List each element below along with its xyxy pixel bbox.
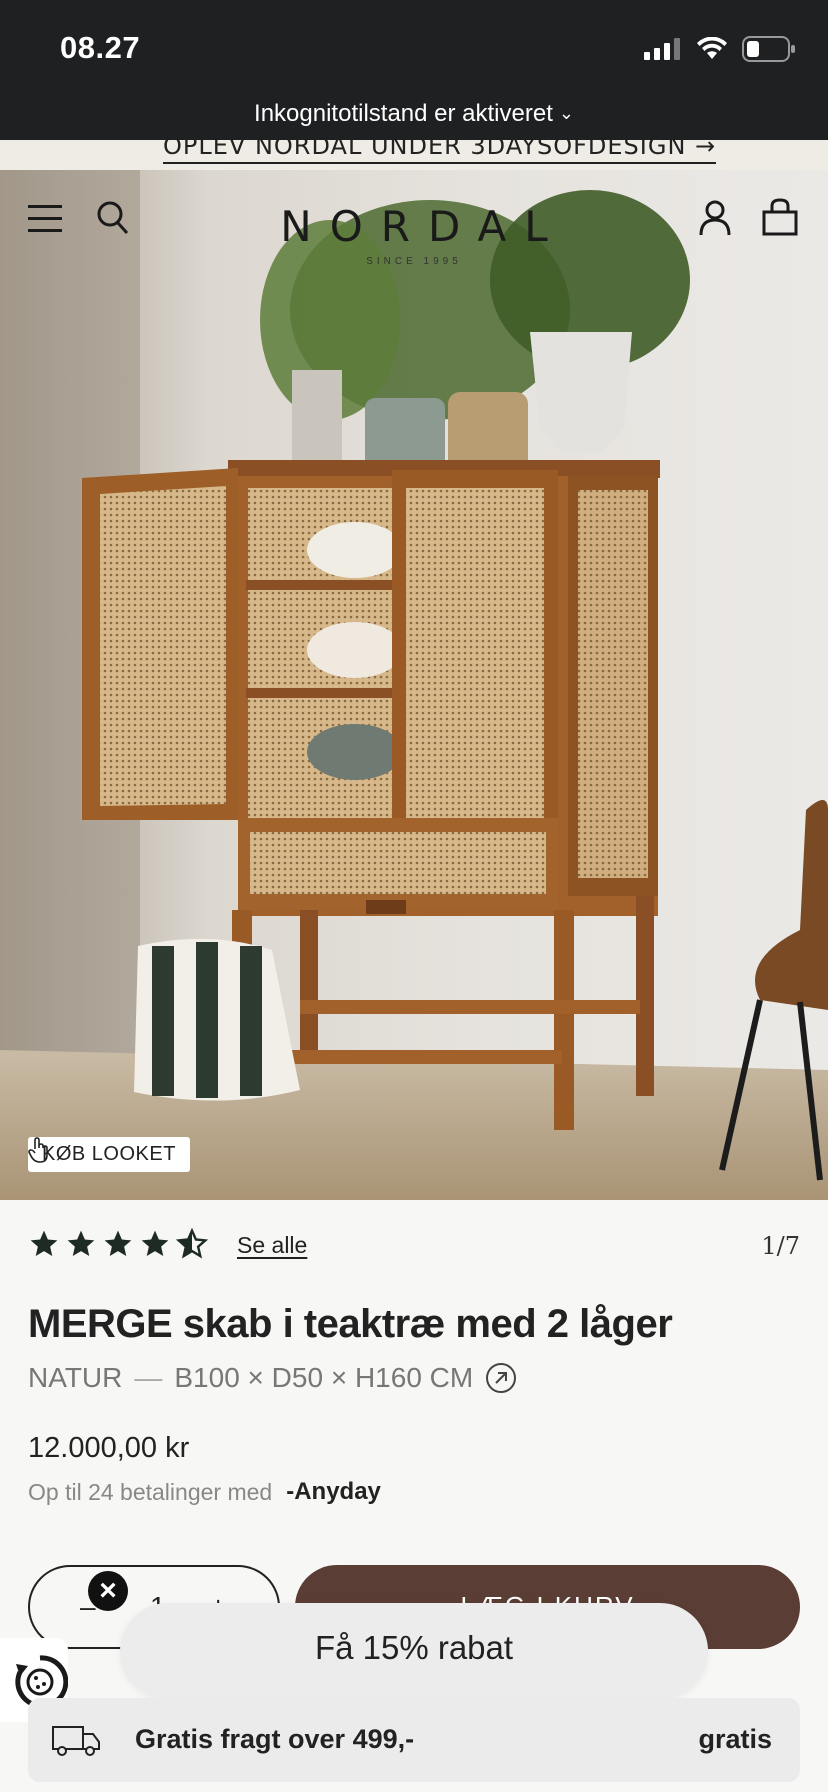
product-photo xyxy=(0,170,828,1200)
promo-banner: OPLEV NORDAL UNDER 3DAYSOFDESIGN → xyxy=(0,140,828,170)
status-time: 08.27 xyxy=(60,30,141,65)
shipping-text: Gratis fragt over 499,- xyxy=(135,1724,415,1754)
signal-icon xyxy=(644,38,680,60)
discount-popup-button[interactable]: Få 15% rabat xyxy=(120,1603,708,1699)
rating-stars xyxy=(28,1228,208,1260)
star-full-icon xyxy=(67,1230,95,1256)
logo-subtitle: SINCE 1995 xyxy=(366,256,462,267)
shop-the-look-label: KØB LOOKET xyxy=(42,1143,176,1165)
product-price: 12.000,00 kr xyxy=(28,1432,190,1464)
rating-row: Se alle 1/7 xyxy=(28,1228,800,1264)
shipping-info: Gratis fragt over 499,- gratis xyxy=(28,1698,800,1782)
star-half-icon xyxy=(176,1228,208,1259)
promo-link[interactable]: OPLEV NORDAL UNDER 3DAYSOFDESIGN → xyxy=(163,140,717,164)
product-title: MERGE skab i teaktræ med 2 låger xyxy=(28,1302,673,1346)
shipping-value: gratis xyxy=(698,1724,772,1754)
shop-the-look-button[interactable]: KØB LOOKET xyxy=(28,1137,190,1172)
status-icons xyxy=(644,36,796,62)
chevron-down-icon: ⌄ xyxy=(558,103,574,123)
cart-icon[interactable] xyxy=(762,198,798,236)
variant-color: NATUR xyxy=(28,1362,123,1393)
star-full-icon xyxy=(141,1230,169,1256)
see-all-reviews-link[interactable]: Se alle xyxy=(237,1232,307,1259)
hand-pointer-icon xyxy=(28,1137,48,1163)
incognito-indicator[interactable]: Inkognitotilstand er aktiveret ⌄ xyxy=(0,100,828,128)
battery-icon xyxy=(742,36,795,62)
wifi-icon xyxy=(697,37,727,59)
image-counter: 1/7 xyxy=(761,1232,800,1260)
close-icon[interactable]: × xyxy=(88,1571,128,1611)
account-icon[interactable] xyxy=(699,200,731,236)
product-variant[interactable]: NATUR — B100 × D50 × H160 CM xyxy=(28,1362,517,1394)
variant-size: B100 × D50 × H160 CM xyxy=(174,1362,474,1393)
incognito-label: Inkognitotilstand er aktiveret xyxy=(254,100,553,127)
star-full-icon xyxy=(104,1230,132,1256)
star-full-icon xyxy=(30,1230,58,1256)
variant-separator: — xyxy=(134,1362,163,1393)
product-image[interactable]: NORDAL SINCE 1995 KØB LOOKET xyxy=(0,170,828,1200)
installments-info: Op til 24 betalinger med -Anyday xyxy=(28,1478,381,1506)
external-arrow-icon[interactable] xyxy=(485,1362,517,1394)
anyday-logo: -Anyday xyxy=(286,1478,381,1505)
site-header: NORDAL SINCE 1995 xyxy=(0,190,828,267)
status-bar: 08.27 Inkognitotilstand er aktiveret ⌄ xyxy=(0,0,828,140)
installments-text: Op til 24 betalinger med xyxy=(28,1478,273,1505)
delivery-truck-icon xyxy=(52,1726,100,1756)
